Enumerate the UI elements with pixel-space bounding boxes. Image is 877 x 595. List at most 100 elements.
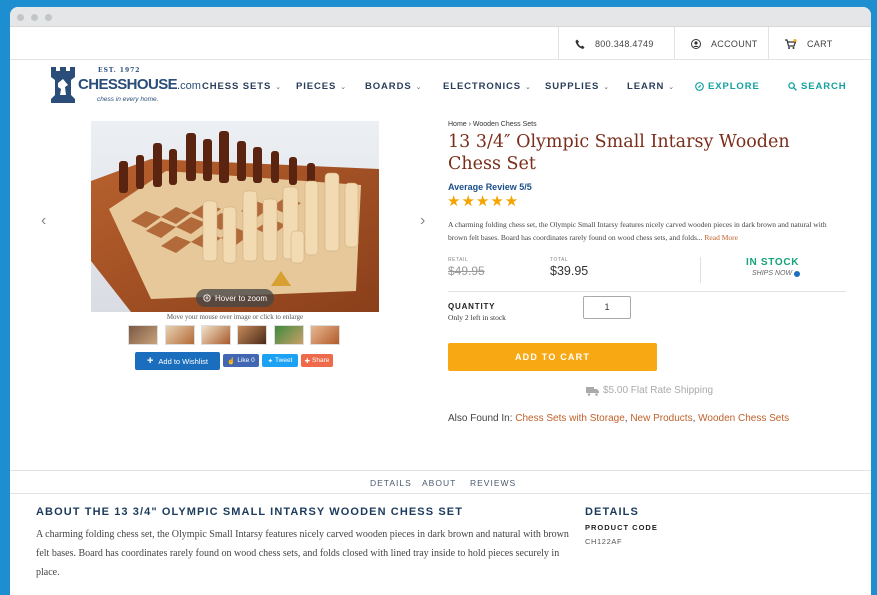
logo-est: EST. 1972 xyxy=(98,67,141,74)
quantity-input[interactable]: 1 xyxy=(583,296,631,319)
tweet-label: Tweet xyxy=(275,357,293,364)
share-icon: ✚ xyxy=(304,357,311,365)
chevron-down-icon: ⌄ xyxy=(603,83,610,91)
nav-label: EXPLORE xyxy=(708,81,760,92)
nav-learn[interactable]: LEARN ⌄ xyxy=(627,81,675,92)
nav-chess-sets[interactable]: CHESS SETS ⌄ xyxy=(202,81,282,92)
nav-label: CHESS SETS xyxy=(202,81,272,92)
add-to-wishlist-button[interactable]: + Add to Wishlist xyxy=(135,352,220,370)
cart-link[interactable]: CART xyxy=(768,27,871,60)
nav-label: BOARDS xyxy=(365,81,412,92)
product-short-description: A charming folding chess set, the Olympi… xyxy=(448,218,843,244)
nav-boards[interactable]: BOARDS ⌄ xyxy=(365,81,422,92)
hover-zoom-label: Hover to zoom xyxy=(214,293,268,303)
thumbnail[interactable] xyxy=(274,325,304,345)
category-link[interactable]: Chess Sets with Storage xyxy=(515,413,625,424)
about-body: A charming folding chess set, the Olympi… xyxy=(36,529,569,578)
read-more-link[interactable]: Read More xyxy=(704,233,738,242)
thumbnail[interactable] xyxy=(201,325,231,345)
tab-details[interactable]: DETAILS xyxy=(370,478,412,488)
tab-about[interactable]: ABOUT xyxy=(422,478,456,488)
nav-pieces[interactable]: PIECES ⌄ xyxy=(296,81,347,92)
divider xyxy=(448,291,846,292)
logo-tagline: chess in every home. xyxy=(97,96,159,103)
nav-label: LEARN xyxy=(627,81,665,92)
quantity-label: QUANTITY xyxy=(448,302,496,311)
nav-search[interactable]: SEARCH xyxy=(788,81,847,92)
chevron-down-icon: ⌄ xyxy=(668,83,675,91)
chess-set-photo xyxy=(91,121,379,312)
thumbnail[interactable] xyxy=(237,325,267,345)
about-heading: ABOUT THE 13 3/4" OLYMPIC SMALL INTARSY … xyxy=(36,506,464,518)
thumbnail[interactable] xyxy=(310,325,340,345)
also-found-in: Also Found In: Chess Sets with Storage, … xyxy=(448,413,790,424)
phone-icon xyxy=(575,39,585,49)
divider xyxy=(700,257,701,283)
window-dot-icon xyxy=(31,14,38,21)
phone-number: 800.348.4749 xyxy=(595,38,654,49)
window-dot-icon xyxy=(17,14,24,21)
facebook-like-button[interactable]: ☝ Like 0 xyxy=(223,354,259,367)
retail-label: RETAIL xyxy=(448,257,469,263)
share-label: Share xyxy=(312,357,330,364)
utility-bar: 800.348.4749 ACCOUNT CART xyxy=(10,27,871,60)
nav-explore[interactable]: EXPLORE xyxy=(695,81,760,92)
product-main-image[interactable] xyxy=(91,121,379,312)
category-link[interactable]: New Products xyxy=(630,413,692,424)
product-title: 13 3/4″ Olympic Small Intarsy Wooden Che… xyxy=(448,132,790,174)
shipping-label: $5.00 Flat Rate Shipping xyxy=(603,385,714,396)
ships-now: SHIPS NOW xyxy=(752,270,801,277)
phone-link[interactable]: 800.348.4749 xyxy=(558,27,674,60)
browser-window: 800.348.4749 ACCOUNT CART EST. 1972 CHES… xyxy=(10,7,871,595)
wishlist-label: Add to Wishlist xyxy=(158,356,209,366)
tweet-button[interactable]: ✦ Tweet xyxy=(262,354,298,367)
zoom-hint: Move your mouse over image or click to e… xyxy=(166,313,304,321)
browser-chrome xyxy=(10,7,871,27)
add-to-cart-button[interactable]: ADD TO CART xyxy=(448,343,657,371)
total-price: $39.95 xyxy=(550,264,589,278)
logo-name: CHESSHOUSE xyxy=(78,76,178,93)
window-dot-icon xyxy=(45,14,52,21)
nav-label: SEARCH xyxy=(801,81,847,92)
site-logo[interactable]: EST. 1972 CHESSHOUSE.com chess in every … xyxy=(48,65,201,109)
account-label: ACCOUNT xyxy=(711,38,758,49)
also-found-label: Also Found In: xyxy=(448,413,513,424)
breadcrumb[interactable]: Home › Wooden Chess Sets xyxy=(448,121,537,128)
like-label: Like 0 xyxy=(237,357,255,364)
product-code-label: PRODUCT CODE xyxy=(585,523,658,532)
cart-icon xyxy=(785,38,797,49)
chevron-left-icon[interactable]: ‹ xyxy=(41,212,46,230)
hover-to-zoom-badge[interactable]: Hover to zoom xyxy=(196,289,274,307)
shipping-info: $5.00 Flat Rate Shipping xyxy=(586,385,713,396)
nav-label: ELECTRONICS xyxy=(443,81,521,92)
product-code-value: CH122AF xyxy=(585,537,623,546)
plus-icon: + xyxy=(146,355,154,367)
logo-wordmark: CHESSHOUSE.com xyxy=(78,76,201,93)
thumbnail[interactable] xyxy=(165,325,195,345)
stock-status: IN STOCK xyxy=(746,257,800,268)
search-icon xyxy=(788,82,797,91)
average-review[interactable]: Average Review 5/5 xyxy=(448,182,532,192)
truck-icon xyxy=(586,386,599,396)
share-button[interactable]: ✚ Share xyxy=(301,354,333,367)
tab-reviews[interactable]: REVIEWS xyxy=(470,478,516,488)
category-link[interactable]: Wooden Chess Sets xyxy=(698,413,789,424)
description-text: A charming folding chess set, the Olympi… xyxy=(448,220,827,242)
compass-icon xyxy=(695,82,704,91)
quantity-note: Only 2 left in stock xyxy=(448,313,506,322)
thumbnail[interactable] xyxy=(128,325,158,345)
chevron-down-icon: ⌄ xyxy=(415,83,423,91)
logo-suffix: .com xyxy=(177,80,201,92)
cart-label: CART xyxy=(807,38,833,49)
nav-electronics[interactable]: ELECTRONICS ⌄ xyxy=(443,81,532,92)
product-tabs: DETAILS ABOUT REVIEWS xyxy=(10,470,871,494)
star-rating-icon: ★★★★★ xyxy=(447,193,520,210)
chevron-down-icon: ⌄ xyxy=(340,83,348,91)
nav-supplies[interactable]: SUPPLIES ⌄ xyxy=(545,81,610,92)
chevron-right-icon[interactable]: › xyxy=(420,212,425,230)
retail-price: $49.95 xyxy=(448,264,485,278)
account-link[interactable]: ACCOUNT xyxy=(674,27,768,60)
chevron-down-icon: ⌄ xyxy=(525,83,532,91)
ships-now-label: SHIPS NOW xyxy=(752,270,793,277)
info-icon[interactable] xyxy=(794,270,801,277)
